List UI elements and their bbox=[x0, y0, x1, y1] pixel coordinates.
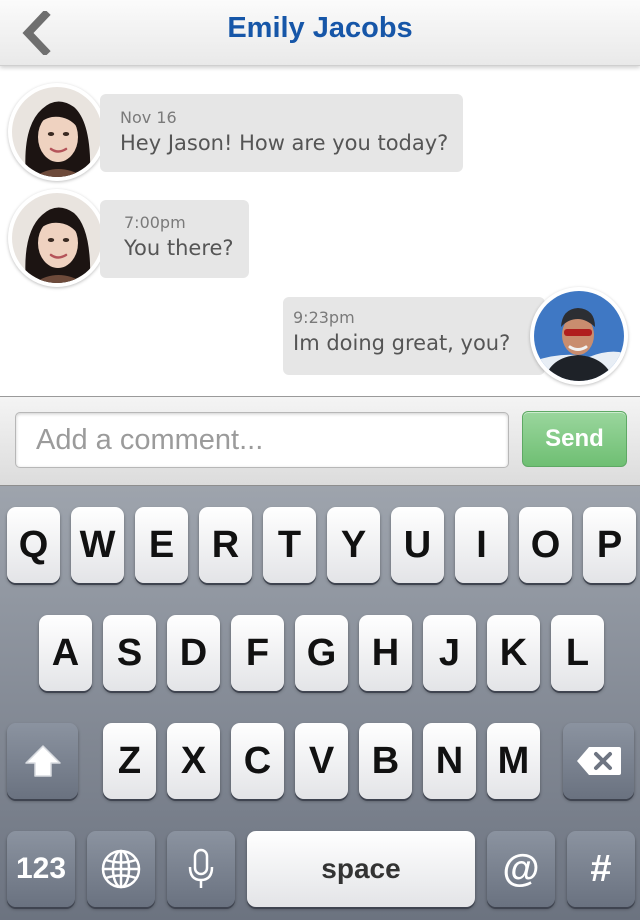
man-portrait-icon bbox=[534, 291, 624, 381]
key-f[interactable]: F bbox=[231, 615, 284, 691]
message-timestamp: Nov 16 bbox=[120, 108, 177, 127]
key-z[interactable]: Z bbox=[103, 723, 156, 799]
comment-composer: Send bbox=[0, 396, 640, 486]
user-avatar[interactable] bbox=[530, 287, 628, 385]
message-timestamp: 7:00pm bbox=[124, 213, 186, 232]
key-p[interactable]: P bbox=[583, 507, 636, 583]
contact-avatar[interactable] bbox=[8, 83, 106, 181]
space-key[interactable]: space bbox=[247, 831, 475, 907]
shift-icon bbox=[24, 745, 61, 777]
backspace-icon bbox=[576, 747, 621, 775]
globe-key[interactable] bbox=[87, 831, 155, 907]
key-v[interactable]: V bbox=[295, 723, 348, 799]
key-u[interactable]: U bbox=[391, 507, 444, 583]
page-title: Emily Jacobs bbox=[227, 12, 413, 44]
key-r[interactable]: R bbox=[199, 507, 252, 583]
key-a[interactable]: A bbox=[39, 615, 92, 691]
message-text: Im doing great, you? bbox=[293, 331, 511, 355]
shift-key[interactable] bbox=[7, 723, 78, 799]
key-t[interactable]: T bbox=[263, 507, 316, 583]
message-list[interactable]: Nov 16 Hey Jason! How are you today? 7:0… bbox=[0, 66, 640, 396]
key-j[interactable]: J bbox=[423, 615, 476, 691]
key-g[interactable]: G bbox=[295, 615, 348, 691]
globe-icon bbox=[101, 849, 141, 889]
key-n[interactable]: N bbox=[423, 723, 476, 799]
comment-input[interactable] bbox=[15, 412, 509, 468]
woman-portrait-icon bbox=[12, 193, 102, 283]
numbers-key[interactable]: 123 bbox=[7, 831, 75, 907]
contact-avatar[interactable] bbox=[8, 189, 106, 287]
key-i[interactable]: I bbox=[455, 507, 508, 583]
woman-portrait-icon bbox=[12, 87, 102, 177]
key-m[interactable]: M bbox=[487, 723, 540, 799]
key-k[interactable]: K bbox=[487, 615, 540, 691]
key-l[interactable]: L bbox=[551, 615, 604, 691]
on-screen-keyboard: Q W E R T Y U I O P A S D F G H J K L Z … bbox=[0, 486, 640, 920]
microphone-key[interactable] bbox=[167, 831, 235, 907]
key-y[interactable]: Y bbox=[327, 507, 380, 583]
message-text: You there? bbox=[124, 236, 234, 260]
key-s[interactable]: S bbox=[103, 615, 156, 691]
navigation-bar: Emily Jacobs bbox=[0, 0, 640, 66]
send-button[interactable]: Send bbox=[522, 411, 627, 467]
hash-key[interactable]: # bbox=[567, 831, 635, 907]
key-o[interactable]: O bbox=[519, 507, 572, 583]
microphone-icon bbox=[188, 848, 214, 888]
key-c[interactable]: C bbox=[231, 723, 284, 799]
message-bubble-incoming[interactable]: 7:00pm You there? bbox=[100, 200, 249, 278]
message-text: Hey Jason! How are you today? bbox=[120, 131, 449, 155]
backspace-key[interactable] bbox=[563, 723, 634, 799]
key-q[interactable]: Q bbox=[7, 507, 60, 583]
message-bubble-outgoing[interactable]: 9:23pm Im doing great, you? bbox=[283, 297, 545, 375]
key-w[interactable]: W bbox=[71, 507, 124, 583]
message-timestamp: 9:23pm bbox=[293, 308, 355, 327]
key-d[interactable]: D bbox=[167, 615, 220, 691]
message-bubble-incoming[interactable]: Nov 16 Hey Jason! How are you today? bbox=[100, 94, 463, 172]
key-h[interactable]: H bbox=[359, 615, 412, 691]
at-key[interactable]: @ bbox=[487, 831, 555, 907]
key-e[interactable]: E bbox=[135, 507, 188, 583]
key-x[interactable]: X bbox=[167, 723, 220, 799]
key-b[interactable]: B bbox=[359, 723, 412, 799]
